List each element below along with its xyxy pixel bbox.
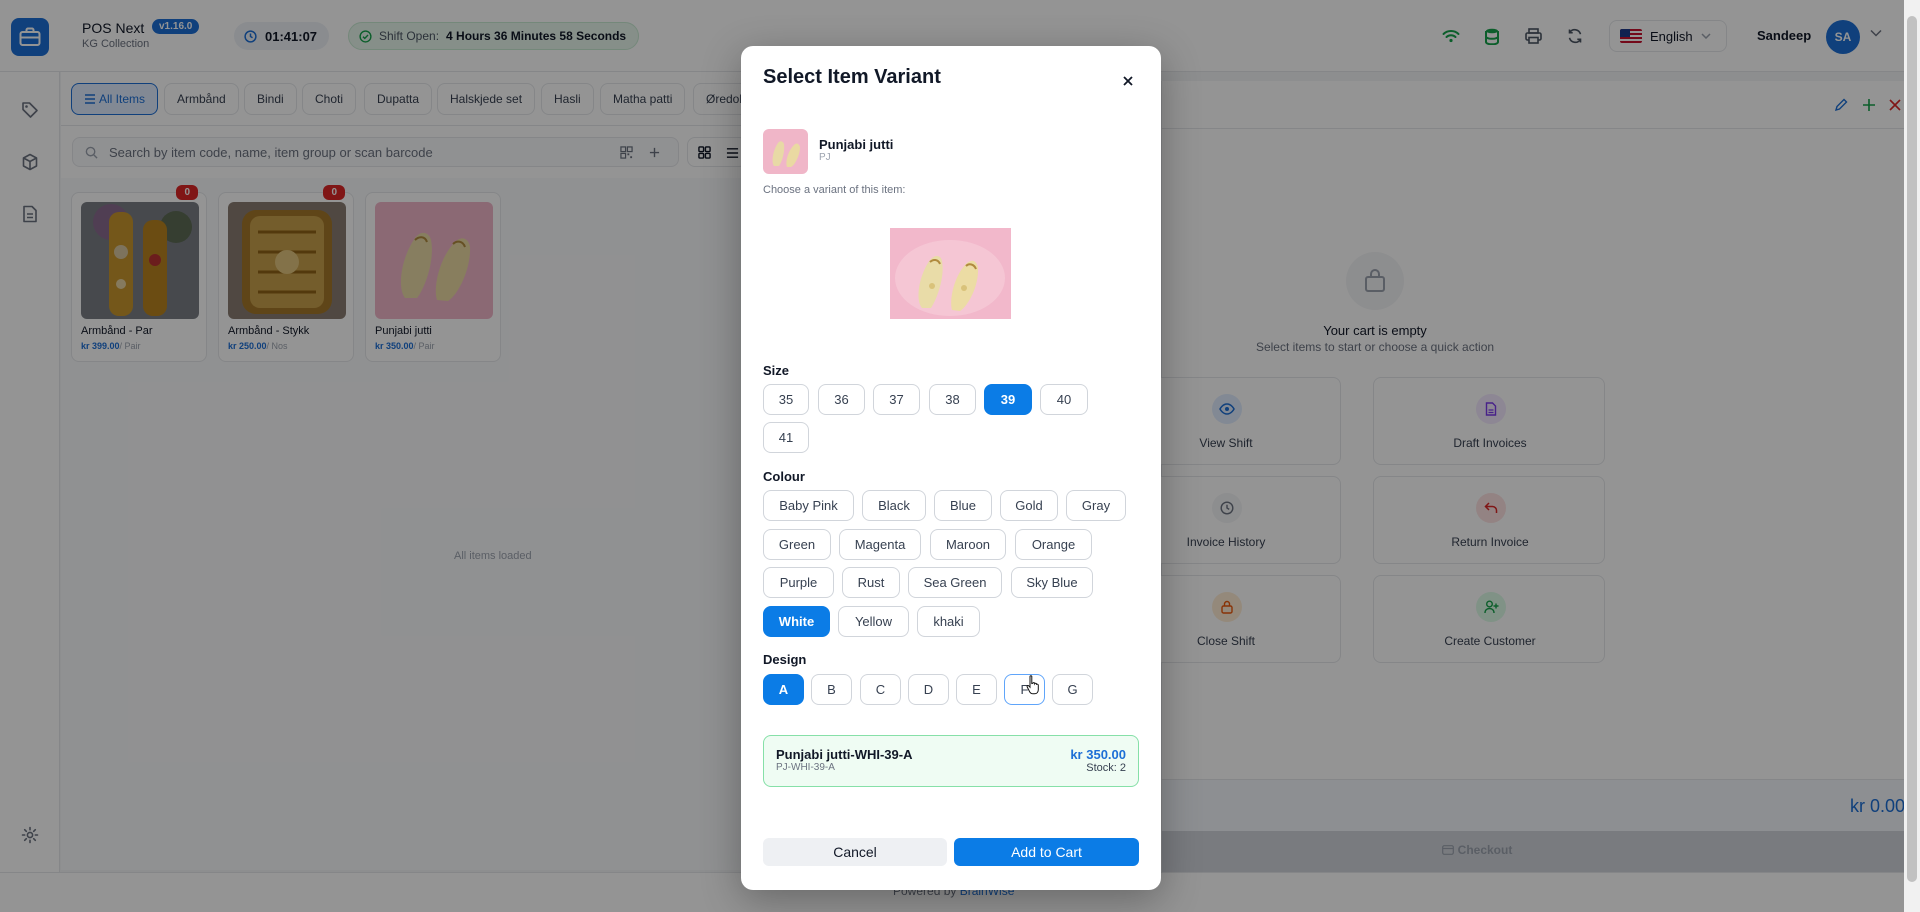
colour-option-blue[interactable]: Blue bbox=[934, 490, 992, 521]
design-label: Design bbox=[763, 652, 807, 667]
scroll-thumb[interactable] bbox=[1907, 16, 1917, 882]
colour-option-orange[interactable]: Orange bbox=[1015, 529, 1092, 560]
selected-variant-summary: Punjabi jutti-WHI-39-A PJ-WHI-39-A kr 35… bbox=[763, 735, 1139, 787]
size-option-39[interactable]: 39 bbox=[984, 384, 1032, 415]
colour-label: Colour bbox=[763, 469, 805, 484]
size-option-38[interactable]: 38 bbox=[929, 384, 976, 415]
colour-option-green[interactable]: Green bbox=[763, 529, 831, 560]
product-name: Punjabi jutti bbox=[819, 137, 894, 152]
add-to-cart-button[interactable]: Add to Cart bbox=[954, 838, 1139, 866]
colour-option-sky-blue[interactable]: Sky Blue bbox=[1011, 567, 1093, 598]
size-option-35[interactable]: 35 bbox=[763, 384, 809, 415]
colour-option-rust[interactable]: Rust bbox=[842, 567, 900, 598]
cancel-button[interactable]: Cancel bbox=[763, 838, 947, 866]
product-image bbox=[890, 228, 1011, 319]
close-icon bbox=[1123, 76, 1133, 86]
close-dialog-button[interactable] bbox=[1113, 66, 1143, 96]
choose-variant-text: Choose a variant of this item: bbox=[763, 184, 906, 196]
variant-code: PJ-WHI-39-A bbox=[776, 762, 835, 773]
scrollbar[interactable] bbox=[1904, 0, 1920, 912]
size-option-41[interactable]: 41 bbox=[763, 422, 809, 453]
select-variant-dialog: Select Item Variant Punjabi jutti PJ Cho… bbox=[741, 46, 1161, 890]
variant-name: Punjabi jutti-WHI-39-A bbox=[776, 747, 913, 762]
product-thumbnail bbox=[763, 129, 808, 174]
design-option-e[interactable]: E bbox=[956, 674, 997, 705]
colour-option-gray[interactable]: Gray bbox=[1066, 490, 1126, 521]
colour-option-magenta[interactable]: Magenta bbox=[839, 529, 921, 560]
colour-option-purple[interactable]: Purple bbox=[763, 567, 834, 598]
size-option-36[interactable]: 36 bbox=[818, 384, 865, 415]
design-option-g[interactable]: G bbox=[1052, 674, 1093, 705]
colour-option-black[interactable]: Black bbox=[862, 490, 926, 521]
colour-option-maroon[interactable]: Maroon bbox=[930, 529, 1006, 560]
design-option-d[interactable]: D bbox=[908, 674, 949, 705]
design-option-b[interactable]: B bbox=[811, 674, 852, 705]
colour-option-white[interactable]: White bbox=[763, 606, 830, 637]
size-option-37[interactable]: 37 bbox=[873, 384, 920, 415]
colour-option-gold[interactable]: Gold bbox=[1000, 490, 1058, 521]
size-option-40[interactable]: 40 bbox=[1040, 384, 1088, 415]
colour-option-baby-pink[interactable]: Baby Pink bbox=[763, 490, 854, 521]
product-code: PJ bbox=[819, 152, 831, 163]
size-label: Size bbox=[763, 363, 790, 378]
colour-option-khaki[interactable]: khaki bbox=[917, 606, 980, 637]
variant-price: kr 350.00 bbox=[1070, 747, 1126, 762]
design-option-a[interactable]: A bbox=[763, 674, 804, 705]
mouse-pointer-icon bbox=[1026, 675, 1039, 695]
dialog-title: Select Item Variant bbox=[763, 66, 941, 88]
colour-option-yellow[interactable]: Yellow bbox=[838, 606, 909, 637]
colour-option-sea-green[interactable]: Sea Green bbox=[908, 567, 1002, 598]
variant-stock: Stock: 2 bbox=[1086, 762, 1126, 774]
design-option-c[interactable]: C bbox=[860, 674, 901, 705]
